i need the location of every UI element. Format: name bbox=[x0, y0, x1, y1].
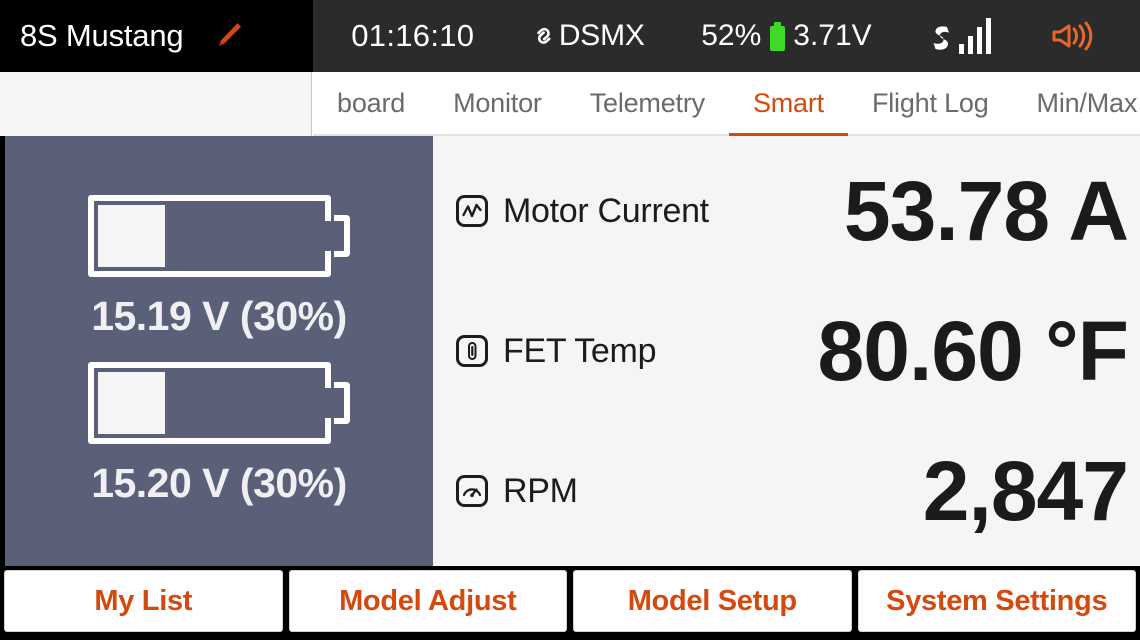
tab-label: Flight Log bbox=[871, 87, 989, 118]
telemetry-row-rpm[interactable]: RPM 2,847 bbox=[455, 421, 1134, 561]
battery-percent: 52% bbox=[701, 19, 762, 52]
model-name: 8S Mustang bbox=[20, 18, 184, 53]
flight-timer[interactable]: 01:16:10 bbox=[351, 18, 474, 54]
pencil-icon[interactable] bbox=[211, 19, 245, 53]
volume-indicator[interactable] bbox=[1048, 16, 1096, 56]
tab-label: Smart bbox=[752, 87, 824, 118]
link-icon bbox=[531, 23, 557, 49]
battery-icon bbox=[770, 21, 786, 51]
telemetry-name: RPM bbox=[503, 471, 578, 510]
tab-bar-left-pad bbox=[0, 72, 312, 136]
telemetry-name: FET Temp bbox=[503, 331, 657, 370]
nav-button-label: My List bbox=[94, 584, 193, 617]
thermometer-icon bbox=[455, 334, 489, 368]
telemetry-row-fet-temp[interactable]: FET Temp 80.60 °F bbox=[455, 281, 1134, 421]
protocol-label: DSMX bbox=[558, 19, 645, 52]
tab-label: Monitor bbox=[453, 87, 542, 118]
protocol-indicator: DSMX bbox=[531, 19, 645, 53]
status-bar: 8S Mustang 01:16:10 DSMX 52% 3.71V bbox=[0, 0, 1140, 72]
spektrum-s-icon bbox=[928, 22, 954, 54]
model-setup-button[interactable]: Model Setup bbox=[573, 570, 852, 632]
tab-flight-log[interactable]: Flight Log bbox=[848, 73, 1013, 136]
telemetry-value: 80.60 °F bbox=[817, 304, 1129, 398]
model-name-box[interactable]: 8S Mustang bbox=[0, 0, 313, 72]
battery-cell-2[interactable]: 15.20 V (30%) bbox=[88, 362, 350, 507]
signal-bars-icon bbox=[959, 18, 992, 54]
system-settings-button[interactable]: System Settings bbox=[857, 570, 1136, 632]
telemetry-label-group: Motor Current bbox=[455, 192, 755, 231]
my-list-button[interactable]: My List bbox=[4, 570, 283, 632]
tab-label: board bbox=[337, 87, 406, 118]
gauge-icon bbox=[455, 474, 489, 508]
tab-bar: board Monitor Telemetry Smart Flight Log… bbox=[0, 72, 1140, 136]
tab-smart[interactable]: Smart bbox=[728, 73, 848, 136]
bottom-navigation: My List Model Adjust Model Setup System … bbox=[0, 566, 1140, 640]
model-adjust-button[interactable]: Model Adjust bbox=[288, 570, 567, 632]
status-indicators: 01:16:10 DSMX 52% 3.71V bbox=[313, 0, 1140, 72]
timer-value: 01:16:10 bbox=[351, 18, 475, 53]
telemetry-value: 53.78 A bbox=[843, 164, 1129, 258]
battery-cell-1[interactable]: 15.19 V (30%) bbox=[88, 195, 350, 340]
nav-button-label: Model Setup bbox=[627, 584, 797, 617]
transmitter-screen: 8S Mustang 01:16:10 DSMX 52% 3.71V board… bbox=[0, 0, 1140, 640]
battery-voltage-label: 15.19 V (30%) bbox=[91, 293, 347, 339]
telemetry-panel: Motor Current 53.78 A FET Temp 80.60 °F bbox=[433, 136, 1140, 566]
telemetry-row-motor-current[interactable]: Motor Current 53.78 A bbox=[455, 141, 1134, 281]
nav-button-label: Model Adjust bbox=[339, 584, 517, 617]
tab-monitor[interactable]: Monitor bbox=[429, 73, 566, 136]
telemetry-label-group: RPM bbox=[455, 472, 755, 511]
telemetry-name: Motor Current bbox=[503, 191, 709, 230]
transmitter-battery: 52% 3.71V bbox=[701, 19, 871, 53]
signal-strength bbox=[928, 18, 992, 54]
battery-voltage: 3.71V bbox=[793, 19, 872, 52]
telemetry-value: 2,847 bbox=[922, 444, 1129, 538]
telemetry-label-group: FET Temp bbox=[455, 332, 755, 371]
battery-large-icon bbox=[88, 195, 350, 277]
tab-label: Min/Max bbox=[1036, 87, 1138, 118]
battery-voltage-label: 15.20 V (30%) bbox=[91, 460, 347, 506]
speaker-volume-icon bbox=[1048, 16, 1096, 56]
main-content: 15.19 V (30%) 15.20 V (30%) Motor Curren… bbox=[0, 136, 1140, 566]
tab-telemetry[interactable]: Telemetry bbox=[566, 73, 729, 136]
battery-panel: 15.19 V (30%) 15.20 V (30%) bbox=[0, 136, 433, 566]
tab-label: Telemetry bbox=[589, 87, 705, 118]
battery-large-icon bbox=[88, 362, 350, 444]
tab-list: board Monitor Telemetry Smart Flight Log… bbox=[313, 72, 1140, 136]
tab-min-max[interactable]: Min/Max bbox=[1013, 73, 1140, 136]
nav-button-label: System Settings bbox=[886, 584, 1108, 617]
current-waveform-icon bbox=[455, 194, 489, 228]
tab-dashboard[interactable]: board bbox=[313, 73, 429, 136]
